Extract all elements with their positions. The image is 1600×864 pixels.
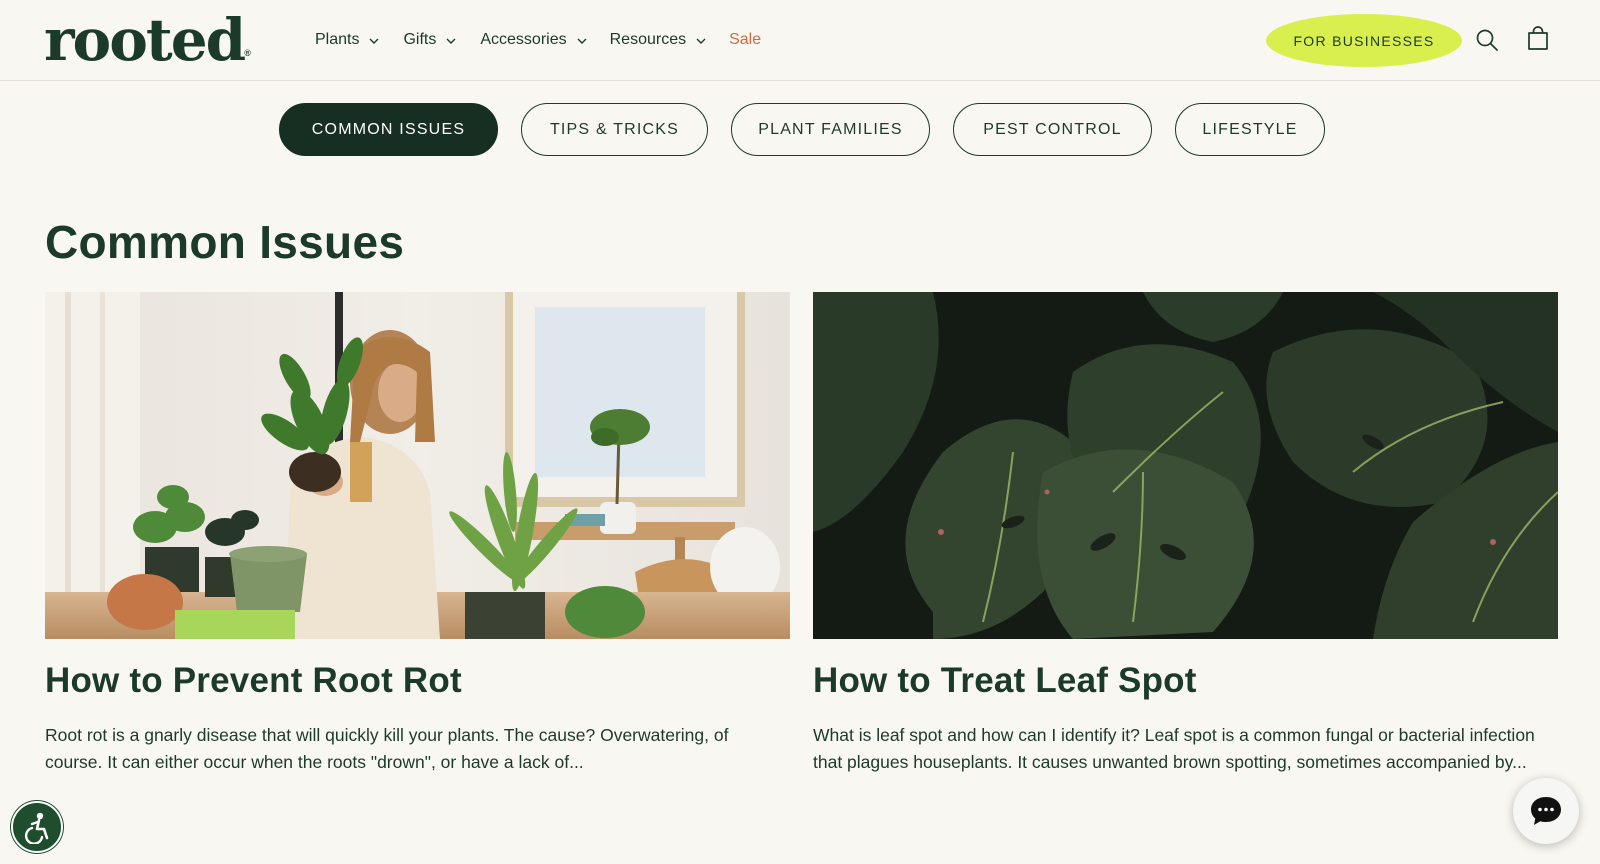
nav-label: Accessories: [480, 31, 567, 48]
nav-label: Sale: [729, 31, 762, 48]
nav-label: Gifts: [403, 31, 437, 48]
monstera-leaves-photo[interactable]: [813, 292, 1558, 639]
chat-button[interactable]: [1513, 778, 1579, 844]
tab-plant-families[interactable]: PLANT FAMILIES: [731, 103, 930, 156]
chevron-down-icon: [446, 38, 456, 44]
tab-lifestyle[interactable]: LIFESTYLE: [1175, 103, 1325, 156]
logo-text: rooted: [44, 6, 246, 74]
chevron-down-icon: [577, 38, 587, 44]
nav-item-gifts[interactable]: Gifts: [403, 29, 456, 51]
logo[interactable]: rooted®: [44, 6, 251, 91]
chevron-down-icon: [369, 38, 379, 44]
main-nav: Plants Gifts Accessories Resources Sale: [315, 29, 761, 51]
tab-common-issues[interactable]: COMMON ISSUES: [279, 103, 498, 156]
article-title[interactable]: How to Prevent Root Rot: [45, 660, 790, 702]
nav-item-plants[interactable]: Plants: [315, 29, 379, 51]
nav-item-sale[interactable]: Sale: [729, 29, 761, 51]
category-tabs: COMMON ISSUES TIPS & TRICKS PLANT FAMILI…: [279, 103, 1325, 156]
chat-icon: [1531, 797, 1561, 825]
chevron-down-icon: [696, 38, 706, 44]
tab-tips-and-tricks[interactable]: TIPS & TRICKS: [521, 103, 708, 156]
site-header: rooted® Plants Gifts Accessories Resourc…: [0, 0, 1600, 81]
nav-label: Resources: [609, 31, 687, 48]
logo-registered-mark: ®: [244, 48, 250, 58]
article-excerpt: Root rot is a gnarly disease that will q…: [45, 725, 729, 772]
accessibility-button[interactable]: [11, 801, 63, 853]
tab-pest-control[interactable]: PEST CONTROL: [953, 103, 1152, 156]
woman-potting-plants-photo[interactable]: [45, 292, 790, 639]
article-excerpt: What is leaf spot and how can I identify…: [813, 725, 1535, 772]
article-title[interactable]: How to Treat Leaf Spot: [813, 660, 1558, 702]
nav-item-accessories[interactable]: Accessories: [480, 29, 587, 51]
cart-icon[interactable]: [1525, 26, 1551, 52]
search-icon[interactable]: [1475, 28, 1499, 52]
section-title: Common Issues: [45, 216, 405, 268]
article-card: How to Prevent Root Rot Root rot is a gn…: [45, 292, 790, 776]
for-businesses-button[interactable]: FOR BUSINESSES: [1266, 14, 1462, 67]
article-card: How to Treat Leaf Spot What is leaf spot…: [813, 292, 1558, 776]
nav-label: Plants: [315, 31, 360, 48]
nav-item-resources[interactable]: Resources: [610, 29, 706, 51]
accessibility-icon: [24, 812, 49, 844]
